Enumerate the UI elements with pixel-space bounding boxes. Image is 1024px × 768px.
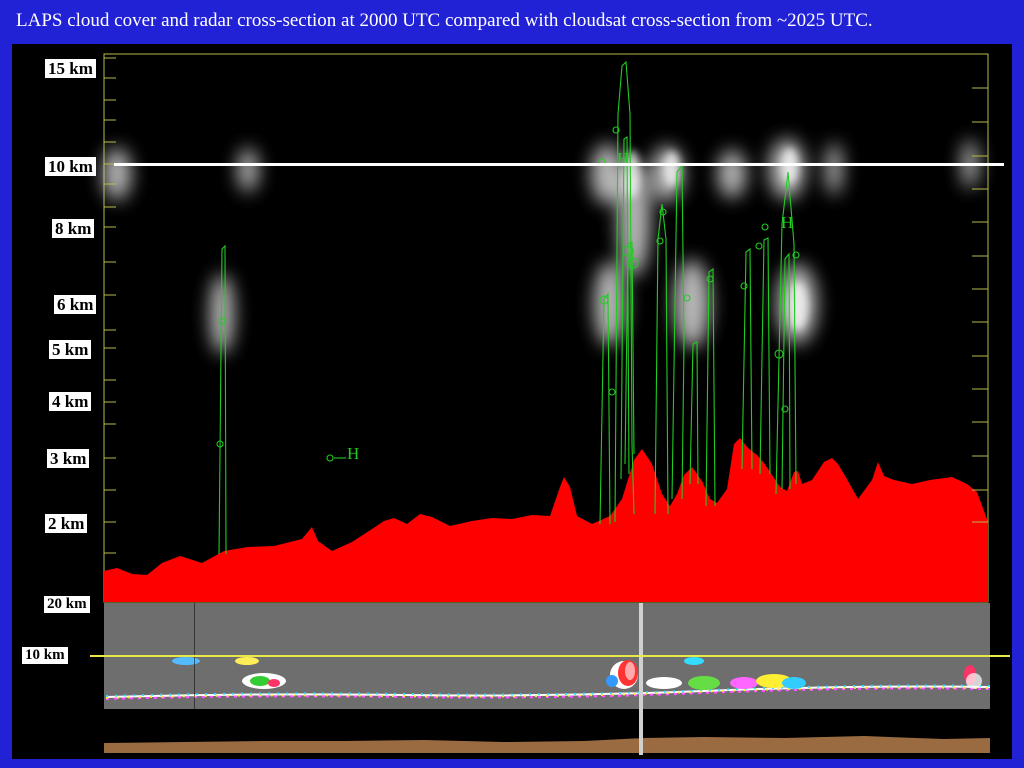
laps-cross-section: H H H bbox=[103, 53, 1004, 603]
height-label-5km: 5 km bbox=[49, 340, 92, 359]
height-label-4km: 4 km bbox=[49, 392, 92, 411]
height-ticks bbox=[104, 57, 988, 554]
slide-title: LAPS cloud cover and radar cross-section… bbox=[16, 10, 873, 31]
height-label-2km: 2 km bbox=[45, 514, 88, 533]
height-label-3km: 3 km bbox=[47, 449, 90, 468]
cloud-cover-shading bbox=[103, 139, 978, 354]
cloudsat-ten-km-line bbox=[90, 655, 1010, 657]
contour-labels: H H H bbox=[347, 149, 793, 463]
figure-panel: H H H 15 km 10 km 8 km 6 km 5 km 4 km 3 … bbox=[12, 44, 1012, 759]
height-label-8km: 8 km bbox=[52, 219, 95, 238]
time-marker-line bbox=[639, 603, 643, 755]
cloudsat-height-label-10km: 10 km bbox=[22, 647, 68, 664]
ten-km-reference-line bbox=[114, 163, 1004, 166]
cloud-contours bbox=[216, 60, 800, 555]
cloudsat-height-label-20km: 20 km bbox=[44, 596, 90, 613]
height-label-6km: 6 km bbox=[54, 295, 97, 314]
radar-echo-area bbox=[104, 438, 988, 602]
cloudsat-cross-section bbox=[104, 603, 990, 755]
height-label-10km: 10 km bbox=[45, 157, 96, 176]
high-label-right: H bbox=[781, 213, 793, 232]
high-label-left: H bbox=[347, 444, 359, 463]
height-label-15km: 15 km bbox=[45, 59, 96, 78]
